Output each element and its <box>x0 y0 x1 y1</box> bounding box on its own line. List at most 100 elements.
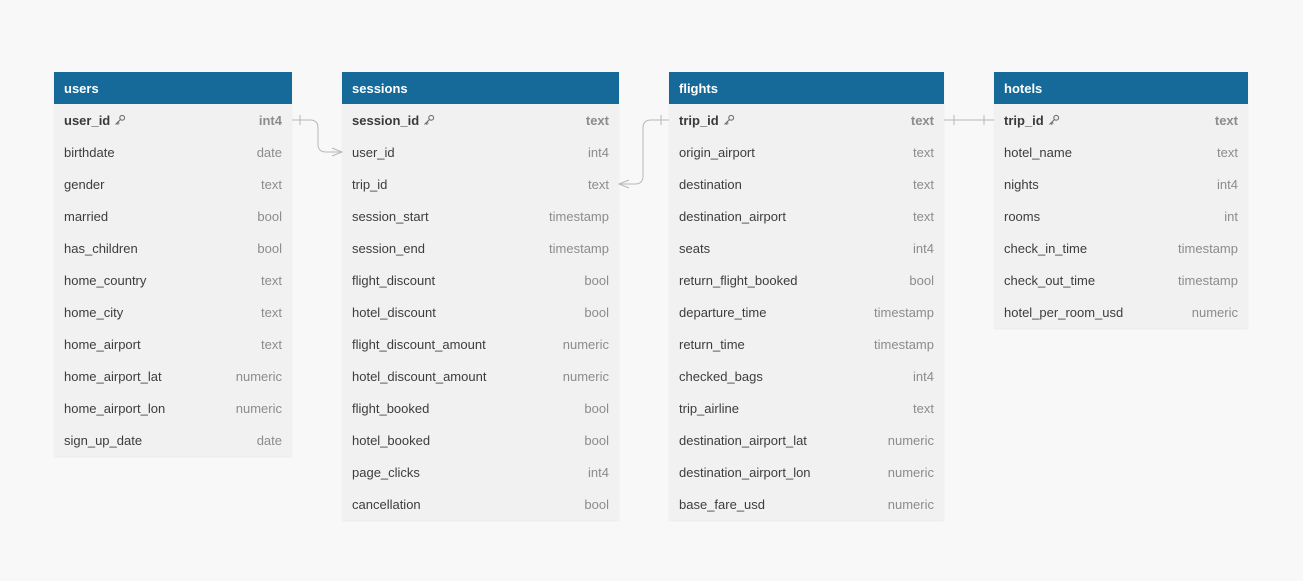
field-row-seats[interactable]: seats int4 <box>669 232 944 264</box>
field-name: base_fare_usd <box>679 496 766 512</box>
field-row-session-start[interactable]: session_start timestamp <box>342 200 619 232</box>
field-row-rooms[interactable]: rooms int <box>994 200 1248 232</box>
field-row-sign-up-date[interactable]: sign_up_date date <box>54 424 292 456</box>
field-row-user-id[interactable]: user_id int4 <box>342 136 619 168</box>
field-type: int4 <box>588 144 609 160</box>
field-name-wrap: destination_airport_lat <box>679 433 807 448</box>
field-row-destination-airport-lon[interactable]: destination_airport_lon numeric <box>669 456 944 488</box>
table-header[interactable]: sessions <box>342 72 619 104</box>
field-row-nights[interactable]: nights int4 <box>994 168 1248 200</box>
field-name-wrap: home_city <box>64 305 123 320</box>
field-row-flight-discount-amount[interactable]: flight_discount_amount numeric <box>342 328 619 360</box>
field-name-wrap: destination <box>679 177 742 192</box>
field-row-hotel-name[interactable]: hotel_name text <box>994 136 1248 168</box>
field-name: session_end <box>352 240 425 256</box>
field-row-hotel-per-room-usd[interactable]: hotel_per_room_usd numeric <box>994 296 1248 328</box>
field-row-destination-airport-lat[interactable]: destination_airport_lat numeric <box>669 424 944 456</box>
field-row-trip-airline[interactable]: trip_airline text <box>669 392 944 424</box>
field-row-session-end[interactable]: session_end timestamp <box>342 232 619 264</box>
field-type: text <box>1214 112 1238 128</box>
field-type: numeric <box>887 496 934 512</box>
table-flights[interactable]: flights trip_id text origin_airport text des… <box>669 72 944 520</box>
field-type: numeric <box>562 336 609 352</box>
field-type: bool <box>584 432 609 448</box>
field-type: numeric <box>235 400 282 416</box>
field-type: text <box>261 304 282 320</box>
field-type: int4 <box>913 368 934 384</box>
relationship-line-flights-sessions[interactable] <box>619 119 669 185</box>
field-type: bool <box>257 240 282 256</box>
field-type: int4 <box>258 112 282 128</box>
field-name-wrap: base_fare_usd <box>679 497 765 512</box>
field-name: return_time <box>679 336 745 352</box>
field-row-home-country[interactable]: home_country text <box>54 264 292 296</box>
field-row-gender[interactable]: gender text <box>54 168 292 200</box>
field-type: date <box>256 432 282 448</box>
field-name-wrap: home_country <box>64 273 146 288</box>
field-row-birthdate[interactable]: birthdate date <box>54 136 292 168</box>
field-row-page-clicks[interactable]: page_clicks int4 <box>342 456 619 488</box>
field-row-destination-airport[interactable]: destination_airport text <box>669 200 944 232</box>
key-icon <box>114 114 126 126</box>
key-icon <box>1048 114 1060 126</box>
table-header[interactable]: users <box>54 72 292 104</box>
diagram-canvas: users user_id int4 birthdate date gender text… <box>0 0 1303 581</box>
field-row-trip-id[interactable]: trip_id text <box>342 168 619 200</box>
field-name-wrap: home_airport_lat <box>64 369 162 384</box>
field-name: gender <box>64 176 105 192</box>
field-row-check-in-time[interactable]: check_in_time timestamp <box>994 232 1248 264</box>
field-name: home_airport_lat <box>64 368 162 384</box>
relationship-line-users-sessions[interactable] <box>292 119 342 153</box>
field-type: numeric <box>235 368 282 384</box>
field-name: user_id <box>64 112 111 128</box>
field-row-user-id[interactable]: user_id int4 <box>54 104 292 136</box>
field-row-destination[interactable]: destination text <box>669 168 944 200</box>
field-type: bool <box>584 304 609 320</box>
field-name: user_id <box>352 144 395 160</box>
table-users[interactable]: users user_id int4 birthdate date gender text… <box>54 72 292 456</box>
field-name: cancellation <box>352 496 421 512</box>
field-row-flight-discount[interactable]: flight_discount bool <box>342 264 619 296</box>
field-row-trip-id[interactable]: trip_id text <box>994 104 1248 136</box>
field-name-wrap: trip_id <box>679 113 735 128</box>
field-name-wrap: flight_discount <box>352 273 435 288</box>
field-name-wrap: check_in_time <box>1004 241 1087 256</box>
field-row-return-flight-booked[interactable]: return_flight_booked bool <box>669 264 944 296</box>
field-row-home-city[interactable]: home_city text <box>54 296 292 328</box>
field-row-home-airport[interactable]: home_airport text <box>54 328 292 360</box>
field-name: home_country <box>64 272 147 288</box>
table-header[interactable]: hotels <box>994 72 1248 104</box>
field-name: home_airport <box>64 336 141 352</box>
field-name-wrap: page_clicks <box>352 465 420 480</box>
field-row-base-fare-usd[interactable]: base_fare_usd numeric <box>669 488 944 520</box>
field-name: hotel_booked <box>352 432 431 448</box>
field-row-home-airport-lat[interactable]: home_airport_lat numeric <box>54 360 292 392</box>
field-row-trip-id[interactable]: trip_id text <box>669 104 944 136</box>
field-name: check_in_time <box>1004 240 1088 256</box>
field-row-cancellation[interactable]: cancellation bool <box>342 488 619 520</box>
field-row-return-time[interactable]: return_time timestamp <box>669 328 944 360</box>
field-row-married[interactable]: married bool <box>54 200 292 232</box>
table-hotels[interactable]: hotels trip_id text hotel_name text nights in… <box>994 72 1248 328</box>
table-header[interactable]: flights <box>669 72 944 104</box>
field-name-wrap: birthdate <box>64 145 115 160</box>
field-type: text <box>913 400 934 416</box>
field-row-hotel-booked[interactable]: hotel_booked bool <box>342 424 619 456</box>
field-row-session-id[interactable]: session_id text <box>342 104 619 136</box>
field-type: timestamp <box>549 240 609 256</box>
field-name: hotel_name <box>1004 144 1072 160</box>
field-name: check_out_time <box>1004 272 1096 288</box>
field-type: int4 <box>1217 176 1238 192</box>
field-row-hotel-discount-amount[interactable]: hotel_discount_amount numeric <box>342 360 619 392</box>
field-row-has-children[interactable]: has_children bool <box>54 232 292 264</box>
table-sessions[interactable]: sessions session_id text user_id int4 trip_i… <box>342 72 619 520</box>
field-name: hotel_discount <box>352 304 436 320</box>
field-row-hotel-discount[interactable]: hotel_discount bool <box>342 296 619 328</box>
field-row-home-airport-lon[interactable]: home_airport_lon numeric <box>54 392 292 424</box>
field-row-origin-airport[interactable]: origin_airport text <box>669 136 944 168</box>
field-row-flight-booked[interactable]: flight_booked bool <box>342 392 619 424</box>
field-row-check-out-time[interactable]: check_out_time timestamp <box>994 264 1248 296</box>
field-row-checked-bags[interactable]: checked_bags int4 <box>669 360 944 392</box>
field-type: numeric <box>562 368 609 384</box>
field-row-departure-time[interactable]: departure_time timestamp <box>669 296 944 328</box>
